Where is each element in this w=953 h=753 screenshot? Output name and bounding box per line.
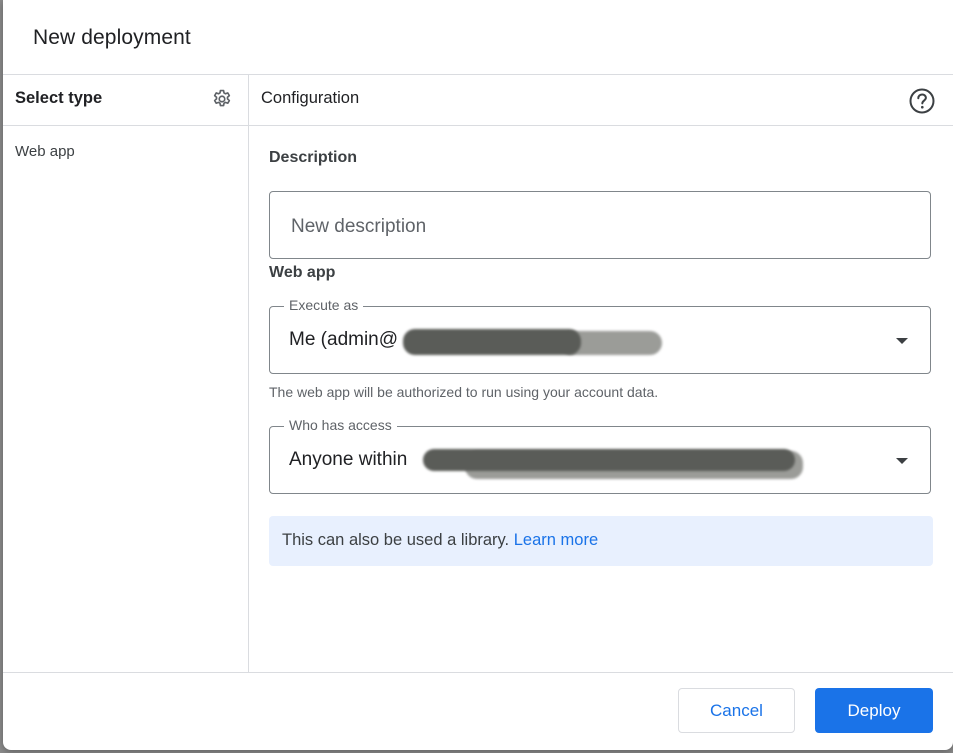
library-info-text: This can also be used a library. Learn m…: [282, 531, 598, 550]
web-app-section-label: Web app: [269, 264, 336, 281]
learn-more-link[interactable]: Learn more: [514, 531, 598, 549]
new-deployment-dialog: New deployment Select type Web app Confi…: [3, 0, 953, 750]
library-info-banner: This can also be used a library. Learn m…: [269, 516, 933, 566]
redaction-mark: [423, 449, 795, 471]
description-label: Description: [269, 149, 358, 166]
execute-as-helper-text: The web app will be authorized to run us…: [269, 384, 659, 400]
execute-as-legend: Execute as: [284, 297, 364, 313]
chevron-down-icon: [896, 338, 908, 344]
who-has-access-legend: Who has access: [284, 417, 397, 433]
panel-header-divider: [3, 125, 953, 126]
deploy-button[interactable]: Deploy: [815, 688, 933, 733]
configuration-heading: Configuration: [261, 89, 360, 107]
redaction-mark: [403, 329, 581, 355]
select-type-heading: Select type: [15, 89, 103, 107]
description-field: [269, 191, 931, 259]
description-input[interactable]: [289, 212, 893, 242]
dialog-title: New deployment: [33, 26, 191, 49]
cancel-button[interactable]: Cancel: [678, 688, 795, 733]
type-item-web-app[interactable]: Web app: [15, 143, 75, 160]
header-divider: [3, 74, 953, 75]
help-button[interactable]: [908, 87, 936, 115]
panel-vertical-divider: [248, 74, 249, 672]
chevron-down-icon: [896, 458, 908, 464]
type-settings-button[interactable]: [210, 87, 234, 111]
execute-as-select[interactable]: Execute as Me (admin@: [269, 297, 931, 374]
who-has-access-value: Anyone within: [289, 449, 408, 470]
library-info-message: This can also be used a library.: [282, 531, 510, 549]
help-circle-icon: [909, 88, 935, 114]
execute-as-value: Me (admin@: [289, 329, 399, 350]
gear-icon: [213, 89, 231, 107]
who-has-access-select[interactable]: Who has access Anyone within: [269, 417, 931, 494]
footer-divider: [3, 672, 953, 673]
